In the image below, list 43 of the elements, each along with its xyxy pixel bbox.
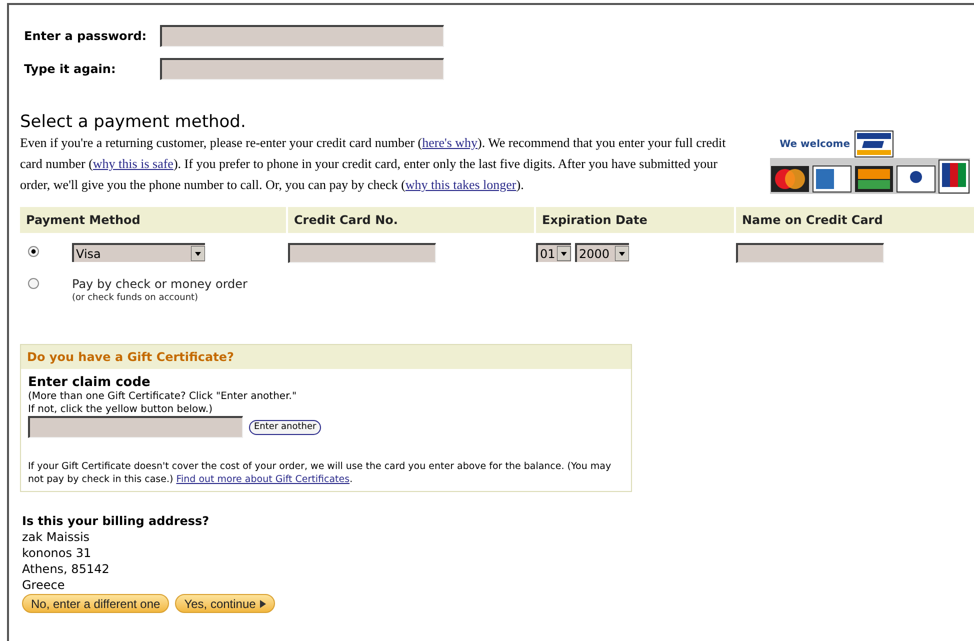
help-link[interactable]: why this takes longer bbox=[405, 177, 516, 192]
radio-button[interactable] bbox=[28, 246, 39, 257]
address-line: Athens, 85142 bbox=[22, 561, 110, 577]
billing-button[interactable]: Yes, continue bbox=[175, 594, 275, 613]
help-link[interactable]: why this is safe bbox=[92, 156, 174, 171]
card-logo-icon bbox=[854, 130, 894, 158]
address-line: Greece bbox=[22, 577, 66, 593]
cardholder-name-field[interactable] bbox=[736, 243, 884, 263]
option-label: Pay by check or money order bbox=[72, 276, 248, 293]
column-header: Name on Credit Card bbox=[736, 207, 974, 233]
year-select[interactable]: 2000 bbox=[575, 243, 629, 262]
gift-panel-header: Do you have a Gift Certificate? bbox=[21, 345, 631, 369]
billing-question: Is this your billing address? bbox=[22, 514, 210, 529]
gift-info-link[interactable]: Find out more about Gift Certificates bbox=[176, 474, 350, 485]
option-note: (or check funds on account) bbox=[72, 293, 200, 304]
dropdown-arrow-icon bbox=[615, 246, 629, 261]
column-header: Credit Card No. bbox=[288, 207, 534, 233]
field-label: Enter a password: bbox=[24, 28, 148, 45]
help-link[interactable]: here's why bbox=[422, 135, 478, 150]
payment-intro-paragraph: Even if you're a returning customer, please re-enter your credit card number (here's why). We recommend that you enter your full credit card number (why this is safe). If you prefer to phone in your credit card, enter only the last five digits. After you have submitted your order, we'll give you the phone number to call. Or, you can pay by check (why this takes longer). bbox=[20, 134, 727, 194]
card-type-select[interactable]: Visa bbox=[72, 243, 205, 262]
dropdown-arrow-icon bbox=[191, 246, 205, 261]
cards-banner-text: We welcome bbox=[780, 138, 850, 152]
section-title: Select a payment method. bbox=[20, 112, 247, 132]
month-select[interactable]: 01 bbox=[536, 243, 571, 262]
claim-code-hint: If not, click the yellow button below.) bbox=[28, 403, 214, 416]
card-number-field[interactable] bbox=[288, 243, 436, 263]
billing-button[interactable]: No, enter a different one bbox=[22, 594, 170, 613]
column-header: Payment Method bbox=[20, 207, 286, 233]
dropdown-arrow-icon bbox=[557, 246, 571, 261]
gift-note-paragraph: If your Gift Certificate doesn't cover the cost of your order, we will use the card you enter above for the balance. (You may not pay by check in this case.) Find out more about Gift Certificates. bbox=[28, 460, 612, 486]
address-line: zak Maissis bbox=[22, 529, 91, 545]
address-line: kononos 31 bbox=[22, 545, 92, 561]
password-field[interactable] bbox=[160, 58, 444, 80]
password-field[interactable] bbox=[160, 25, 444, 47]
column-header: Expiration Date bbox=[536, 207, 734, 233]
claim-code-hint: (More than one Gift Certificate? Click "Enter another." bbox=[28, 390, 298, 403]
play-arrow-icon bbox=[260, 600, 266, 608]
enter-another-button[interactable]: Enter another bbox=[249, 420, 322, 434]
claim-code-title: Enter claim code bbox=[28, 375, 152, 390]
field-label: Type it again: bbox=[24, 61, 117, 78]
claim-code-field[interactable] bbox=[28, 416, 243, 438]
radio-button[interactable] bbox=[28, 278, 39, 289]
